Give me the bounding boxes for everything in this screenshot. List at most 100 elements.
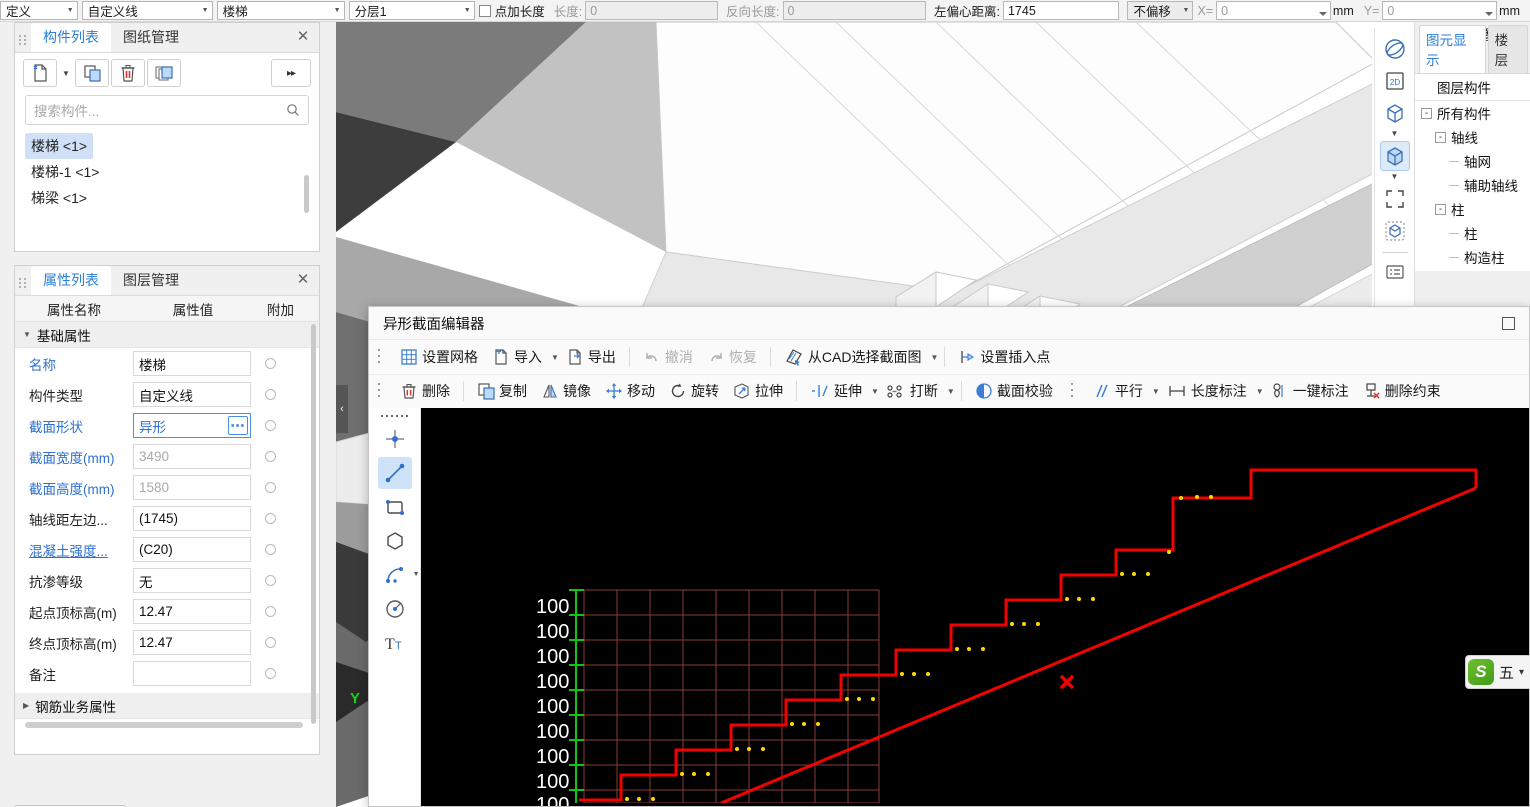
tree-node[interactable]: 柱 xyxy=(1415,221,1530,245)
close-icon[interactable]: ✕ xyxy=(295,272,311,288)
redo-icon[interactable]: 恢复 xyxy=(700,344,764,370)
break-dropdown-caret[interactable]: ▼ xyxy=(947,387,955,396)
tree-toggle-icon[interactable]: - xyxy=(1435,203,1446,215)
layer-combo[interactable]: 分层1 ▼ xyxy=(348,1,475,20)
view-2d-icon[interactable]: 2D xyxy=(1380,66,1410,96)
panel-grip-handle[interactable] xyxy=(15,35,31,52)
length-dimension-dropdown-caret[interactable]: ▼ xyxy=(1256,387,1264,396)
panel-collapse-handle[interactable]: ‹ xyxy=(336,385,348,433)
property-extra-radio[interactable] xyxy=(265,389,276,400)
select-from-cad-icon[interactable]: 从CAD选择截面图 xyxy=(777,344,929,370)
new-component-icon[interactable] xyxy=(23,59,57,87)
section-drawing-canvas[interactable]: 100 100 100 100 100 100 100 100 100 xyxy=(421,407,1529,806)
arc-icon[interactable]: ▼ xyxy=(378,559,420,591)
property-extra-radio[interactable] xyxy=(265,420,276,431)
maximize-icon[interactable] xyxy=(1502,317,1515,330)
selection-frame-icon[interactable] xyxy=(1380,184,1410,214)
property-group-rebar[interactable]: ▶ 钢筋业务属性 xyxy=(15,693,319,719)
section-check-icon[interactable]: 截面校验 xyxy=(968,378,1060,404)
property-value-input[interactable]: 自定义线 xyxy=(133,382,251,407)
tree-toggle-icon[interactable]: - xyxy=(1421,107,1432,119)
property-group-basic[interactable]: ▼ 基础属性 xyxy=(15,322,319,348)
length-input[interactable]: 0 xyxy=(585,1,719,20)
ime-dropdown-caret[interactable]: ▾ xyxy=(1519,667,1524,678)
property-horizontal-scrollbar[interactable] xyxy=(25,722,303,728)
property-value-input[interactable]: 异形 ••• xyxy=(133,413,251,438)
one-key-dimension-icon[interactable]: 一键标注 xyxy=(1264,378,1356,404)
move-icon[interactable]: 移动 xyxy=(598,378,662,404)
undo-icon[interactable]: 撤消 xyxy=(636,344,700,370)
list-item[interactable]: 梯梁 <1> xyxy=(25,185,309,211)
cube-solid-icon[interactable] xyxy=(1379,141,1410,171)
toolbar-drag-handle[interactable] xyxy=(377,348,387,367)
y-offset-input[interactable]: 0 xyxy=(1382,1,1498,20)
delete-icon[interactable]: 删除 xyxy=(393,378,457,404)
property-value-input[interactable]: 楼梯 xyxy=(133,351,251,376)
circle-icon[interactable] xyxy=(378,593,412,625)
cube-3d-icon[interactable] xyxy=(1380,98,1410,128)
open-section-editor-button[interactable]: ••• xyxy=(228,416,248,435)
line-icon[interactable] xyxy=(377,456,412,489)
mirror-icon[interactable]: 镜像 xyxy=(534,378,598,404)
parallel-dropdown-caret[interactable]: ▼ xyxy=(1152,387,1160,396)
tab-floor[interactable]: 楼层 xyxy=(1487,25,1528,73)
property-extra-radio[interactable] xyxy=(265,544,276,555)
tree-toggle-icon[interactable]: - xyxy=(1435,131,1446,143)
panel-grip-handle[interactable] xyxy=(15,278,31,295)
tab-component-list[interactable]: 构件列表 xyxy=(31,23,111,52)
x-offset-input[interactable]: 0 xyxy=(1216,1,1331,20)
tree-node[interactable]: - 所有构件 xyxy=(1415,101,1530,125)
tree-node[interactable]: 构造柱 xyxy=(1415,245,1530,269)
delete-constraint-icon[interactable]: 删除约束 xyxy=(1356,378,1448,404)
property-extra-radio[interactable] xyxy=(265,668,276,679)
close-icon[interactable]: ✕ xyxy=(295,29,311,45)
extend-icon[interactable]: 延伸 xyxy=(803,378,869,404)
copy-component-icon[interactable] xyxy=(75,59,109,87)
list-item[interactable]: 楼梯-1 <1> xyxy=(25,159,309,185)
component-list-scrollbar[interactable] xyxy=(304,175,309,213)
toolbar-drag-handle[interactable] xyxy=(377,382,387,401)
break-icon[interactable]: 打断 xyxy=(879,378,945,404)
stretch-icon[interactable]: 拉伸 xyxy=(726,378,790,404)
polygon-icon[interactable] xyxy=(378,525,412,557)
cube-solid-dropdown-caret[interactable]: ▼ xyxy=(1391,173,1399,184)
property-extra-radio[interactable] xyxy=(265,451,276,462)
draw-tools-drag-handle[interactable] xyxy=(377,411,412,420)
list-item[interactable]: 楼梯 <1> xyxy=(25,133,94,159)
tab-layer-management[interactable]: 图层管理 xyxy=(111,266,191,295)
property-extra-radio[interactable] xyxy=(265,575,276,586)
select-from-cad-dropdown-caret[interactable]: ▼ xyxy=(930,353,938,362)
property-extra-radio[interactable] xyxy=(265,606,276,617)
property-extra-radio[interactable] xyxy=(265,358,276,369)
property-value-input[interactable]: 12.47 xyxy=(133,599,251,624)
tab-drawing-management[interactable]: 图纸管理 xyxy=(111,23,191,52)
length-dimension-icon[interactable]: 长度标注 xyxy=(1160,378,1254,404)
orbit-icon[interactable] xyxy=(1380,34,1410,64)
rectangle-icon[interactable] xyxy=(378,491,412,523)
tab-element-display[interactable]: 图元显示 xyxy=(1419,25,1486,73)
property-vertical-scrollbar[interactable] xyxy=(311,324,316,724)
clip-box-icon[interactable] xyxy=(1380,216,1410,246)
legend-icon[interactable] xyxy=(1380,257,1410,287)
property-value-input[interactable]: (1745) xyxy=(133,506,251,531)
define-combo[interactable]: 定义 ▼ xyxy=(0,1,78,20)
tree-node[interactable]: 辅助轴线 xyxy=(1415,173,1530,197)
ime-indicator[interactable]: S 五 ▾ xyxy=(1464,655,1530,689)
property-value-input[interactable]: (C20) xyxy=(133,537,251,562)
arc-dropdown-caret[interactable]: ▼ xyxy=(413,571,420,578)
import-icon[interactable]: 导入 xyxy=(485,344,549,370)
tree-node[interactable]: 轴网 xyxy=(1415,149,1530,173)
set-insert-point-icon[interactable]: 设置插入点 xyxy=(951,344,1057,370)
text-icon[interactable]: TT xyxy=(378,627,412,659)
delete-component-icon[interactable] xyxy=(111,59,145,87)
property-extra-radio[interactable] xyxy=(265,513,276,524)
eccentric-distance-input[interactable]: 1745 xyxy=(1002,1,1120,20)
point-add-length-checkbox[interactable]: 点加长度 xyxy=(478,1,548,20)
point-icon[interactable] xyxy=(378,423,412,455)
search-input[interactable]: 搜索构件... xyxy=(25,95,309,125)
reverse-length-input[interactable]: 0 xyxy=(782,1,926,20)
rotate-icon[interactable]: 旋转 xyxy=(662,378,726,404)
import-dropdown-caret[interactable]: ▼ xyxy=(551,353,559,362)
property-extra-radio[interactable] xyxy=(265,482,276,493)
tree-node[interactable]: - 柱 xyxy=(1415,197,1530,221)
